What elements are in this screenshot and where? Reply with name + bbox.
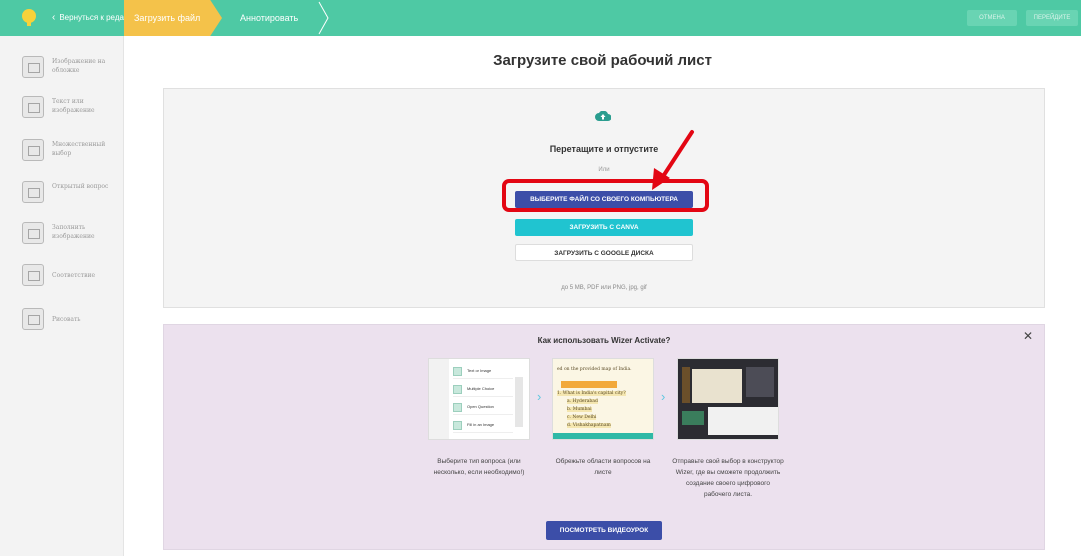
drag-drop-text: Перетащите и отпустите <box>549 144 659 154</box>
lightbulb-logo-icon <box>22 9 36 26</box>
close-icon[interactable]: ✕ <box>1023 329 1033 343</box>
file-limits-text: до 5 MB, PDF или PNG, jpg, gif <box>561 285 647 291</box>
step-upload-label: Загрузить файл <box>134 13 201 23</box>
page-title: Загрузите свой рабочий лист <box>493 52 712 69</box>
step2-description: Обрежьте области вопросов на листе <box>555 458 651 476</box>
chevron-right-icon <box>318 1 329 35</box>
or-separator: Или <box>598 167 610 173</box>
sidebar-item-label: Открытый вопрос <box>52 183 109 190</box>
step-annotate-label: Аннотировать <box>240 13 299 23</box>
list-icon <box>22 139 44 161</box>
watch-video-button[interactable]: ПОСМОТРЕТЬ ВИДЕОУРОК <box>546 521 662 540</box>
how-to-panel: Как использовать Wizer Activate? ✕ Text … <box>163 324 1045 550</box>
next-button[interactable]: ПЕРЕЙДИТЕ <box>1026 10 1078 26</box>
match-icon <box>22 264 44 286</box>
step2-preview-image: ed on the provided map of India. 1. What… <box>552 358 654 440</box>
step-upload[interactable]: Загрузить файл <box>124 0 222 36</box>
annotation-arrow-icon <box>652 130 694 190</box>
draw-icon <box>22 308 44 330</box>
upload-google-drive-button[interactable]: ЗАГРУЗИТЬ С GOOGLE ДИСКА <box>515 244 693 261</box>
cancel-button[interactable]: ОТМЕНА <box>967 10 1017 26</box>
top-bar: ‹ Вернуться к редак Загрузить файл Анноти… <box>0 0 1081 36</box>
question-type-sidebar: Изображение на обложке Текст или изображ… <box>0 36 124 556</box>
question-icon <box>22 181 44 203</box>
step3-preview-image <box>677 358 779 440</box>
cloud-upload-icon <box>595 111 611 121</box>
back-label: Вернуться к редак <box>59 13 128 22</box>
text-image-icon <box>22 96 44 118</box>
sidebar-item-label: Рисовать <box>52 316 81 323</box>
step1-preview-image: Text or Image Multiple Choice Open Quest… <box>428 358 530 440</box>
chevron-right-icon: › <box>661 389 666 404</box>
step3-description: Отправьте свой выбор в конструктор Wizer… <box>672 458 784 498</box>
sidebar-item-label: Изображение на обложке <box>52 58 106 74</box>
sidebar-item-label: Соответствие <box>52 272 95 279</box>
chevron-right-icon: › <box>537 389 542 404</box>
sidebar-item-label: Заполнить изображение <box>52 224 95 240</box>
step-annotate[interactable]: Аннотировать <box>220 0 330 36</box>
sidebar-item-label: Текст или изображение <box>52 98 95 114</box>
upload-canva-button[interactable]: ЗАГРУЗИТЬ С CANVA <box>515 219 693 236</box>
step1-description: Выберите тип вопроса (или несколько, есл… <box>433 458 525 476</box>
chevron-left-icon: ‹ <box>52 12 56 23</box>
fill-image-icon <box>22 222 44 244</box>
sidebar-item-label: Множественный выбор <box>52 141 106 157</box>
how-to-title: Как использовать Wizer Activate? <box>537 336 671 345</box>
image-icon <box>22 56 44 78</box>
back-to-editor-link[interactable]: ‹ Вернуться к редак <box>52 0 127 36</box>
